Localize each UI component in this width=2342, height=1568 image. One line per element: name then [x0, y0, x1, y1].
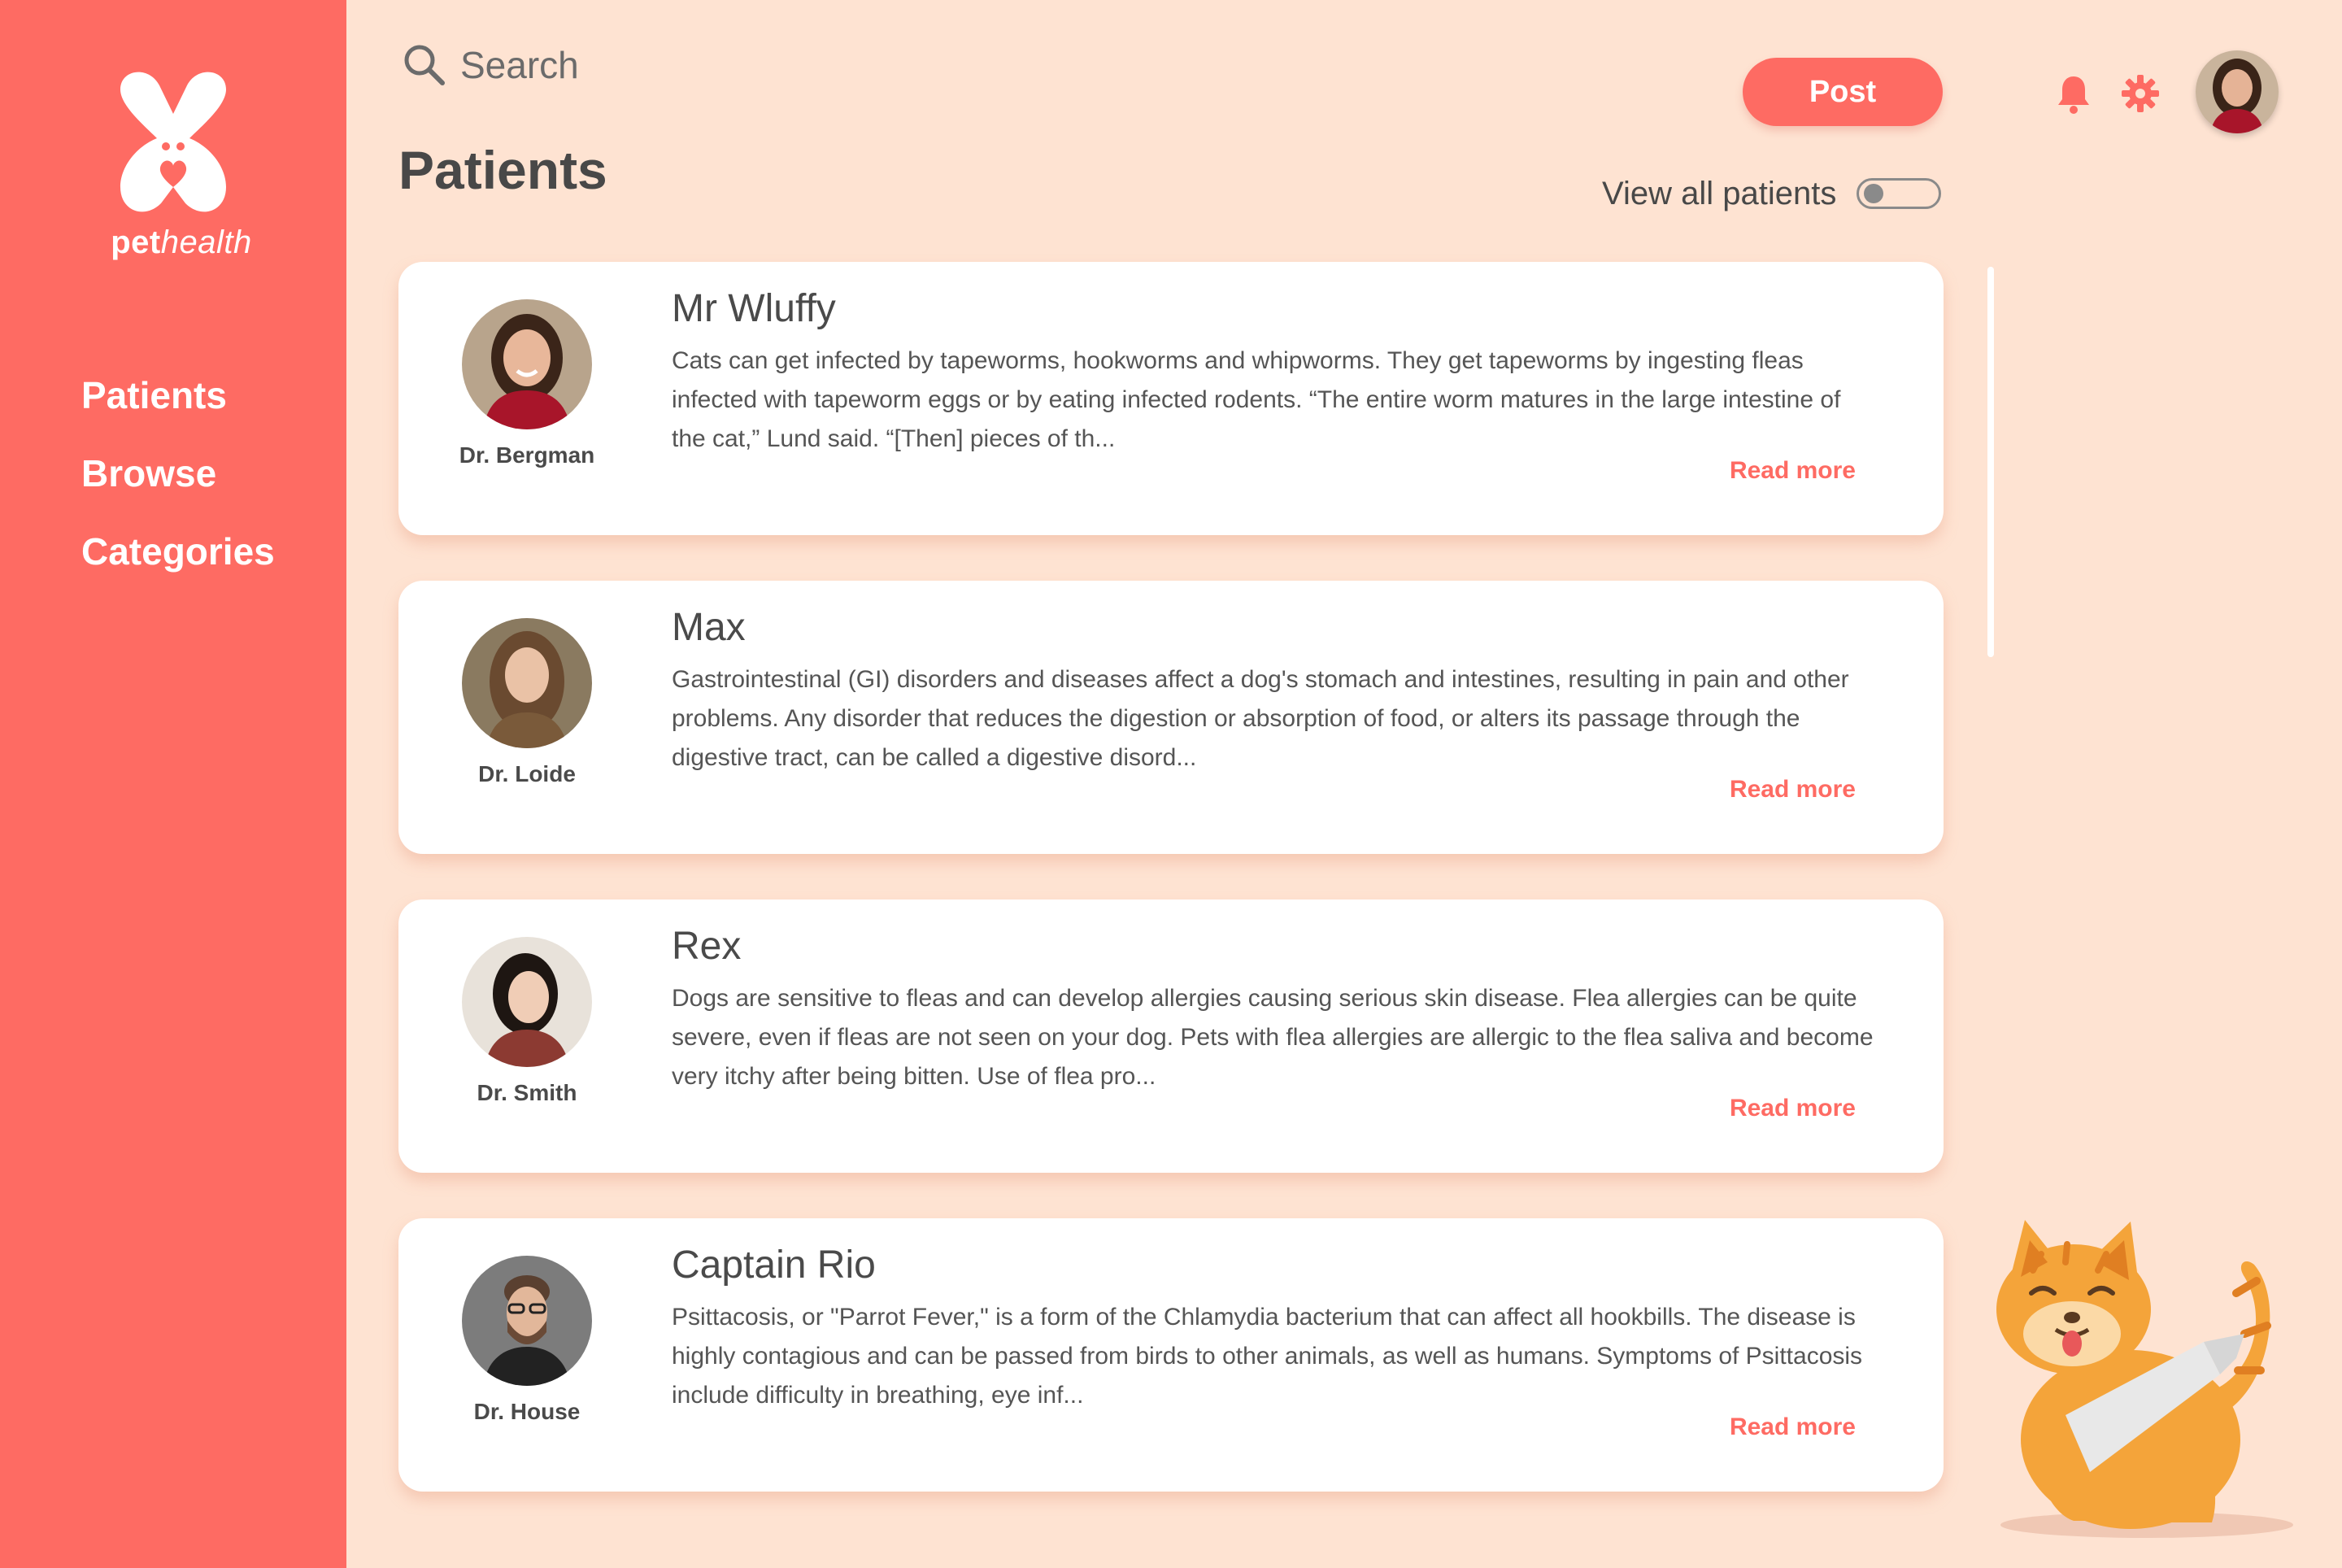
- toggle-knob: [1864, 184, 1883, 203]
- read-more-link[interactable]: Read more: [1730, 1413, 1856, 1441]
- pethealth-logo[interactable]: pethealth: [89, 65, 260, 277]
- patient-card[interactable]: Dr. Bergman Mr Wluffy Cats can get infec…: [398, 262, 1944, 535]
- patient-card[interactable]: Dr. House Captain Rio Psittacosis, or "P…: [398, 1218, 1944, 1492]
- read-more-link[interactable]: Read more: [1730, 457, 1856, 485]
- sidebar: pethealth Patients Browse Categories: [0, 0, 346, 1568]
- doctor-name: Dr. House: [473, 1399, 581, 1424]
- patient-name[interactable]: Mr Wluffy: [672, 286, 836, 331]
- injured-cat-illustration: [1996, 1220, 2293, 1538]
- doctor-portrait: [462, 1256, 592, 1386]
- post-button[interactable]: Post: [1743, 58, 1943, 126]
- search-bar: [400, 33, 802, 98]
- sidebar-item-browse[interactable]: Browse: [81, 434, 275, 512]
- search-icon[interactable]: [400, 41, 449, 89]
- doctor-name: Dr. Loide: [478, 761, 576, 786]
- patient-name[interactable]: Rex: [672, 924, 741, 969]
- doctor-portrait: [462, 299, 592, 429]
- patient-name[interactable]: Captain Rio: [672, 1243, 876, 1287]
- sidebar-item-patients[interactable]: Patients: [81, 356, 275, 434]
- patient-excerpt: Cats can get infected by tapeworms, hook…: [672, 347, 1841, 452]
- patient-card[interactable]: Dr. Smith Rex Dogs are sensitive to flea…: [398, 899, 1944, 1173]
- patient-excerpt: Gastrointestinal (GI) disorders and dise…: [672, 666, 1849, 771]
- search-input[interactable]: [460, 41, 802, 89]
- bunny-logo-icon: [120, 72, 226, 212]
- gear-icon[interactable]: [2120, 73, 2161, 114]
- doctor-avatar: [462, 299, 592, 429]
- doctor-avatar: [462, 618, 592, 748]
- patient-list: Dr. Bergman Mr Wluffy Cats can get infec…: [398, 262, 1944, 1537]
- doctor-avatar: [462, 937, 592, 1067]
- bell-icon[interactable]: [2055, 73, 2092, 115]
- user-avatar-image: [2196, 50, 2279, 133]
- doctor-portrait: [462, 618, 592, 748]
- doctor-portrait: [462, 937, 592, 1067]
- doctor-avatar: [462, 1256, 592, 1386]
- read-more-link[interactable]: Read more: [1730, 1095, 1856, 1122]
- doctor-name: Dr. Smith: [477, 1080, 577, 1105]
- sidebar-nav: Patients Browse Categories: [81, 356, 275, 590]
- view-all-patients-label: View all patients: [1602, 176, 1837, 211]
- patient-card[interactable]: Dr. Loide Max Gastrointestinal (GI) diso…: [398, 581, 1944, 854]
- page-title: Patients: [398, 140, 607, 200]
- view-all-patients-toggle[interactable]: [1857, 178, 1941, 209]
- doctor-name: Dr. Bergman: [459, 442, 595, 468]
- patient-excerpt: Psittacosis, or "Parrot Fever," is a for…: [672, 1304, 1863, 1409]
- patient-excerpt: Dogs are sensitive to fleas and can deve…: [672, 985, 1874, 1090]
- logo-wordmark: pethealth: [111, 224, 252, 260]
- patient-name[interactable]: Max: [672, 605, 746, 650]
- read-more-link[interactable]: Read more: [1730, 776, 1856, 804]
- user-avatar[interactable]: [2196, 50, 2279, 133]
- sidebar-item-categories[interactable]: Categories: [81, 512, 275, 590]
- scrollbar[interactable]: [1987, 267, 1994, 657]
